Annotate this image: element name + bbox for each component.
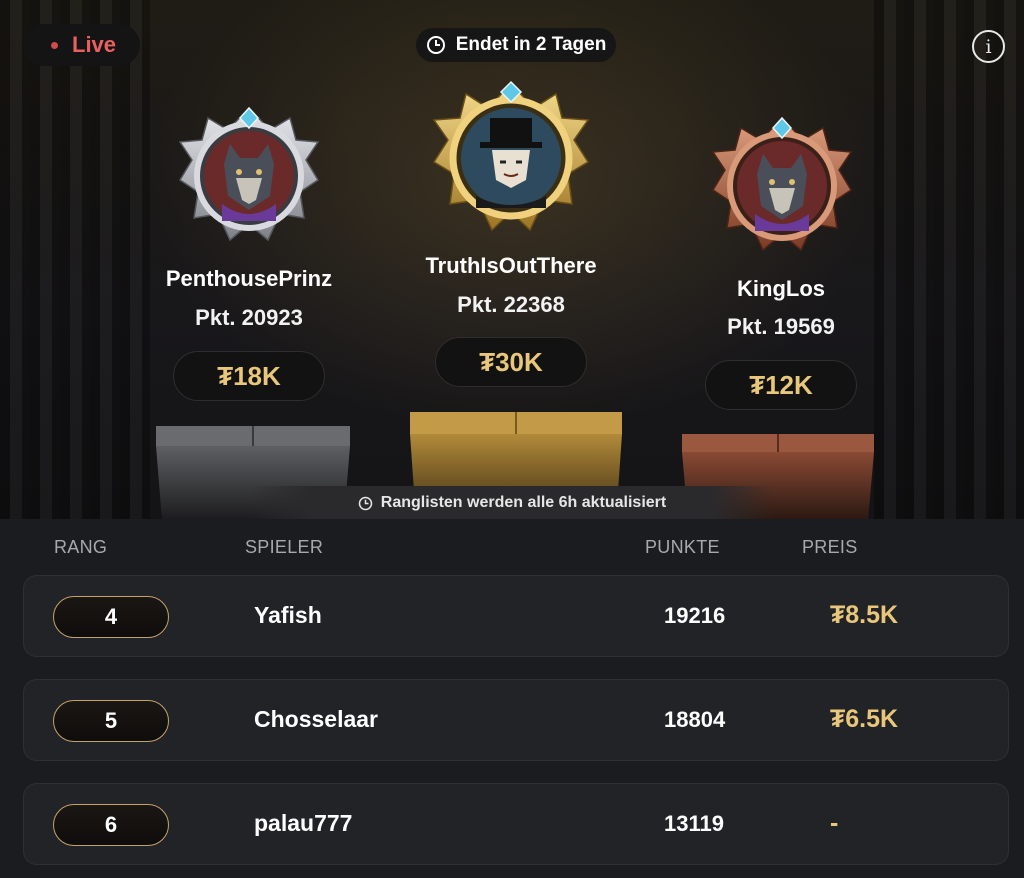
podium-3-points: Pkt. 19569 [727, 314, 835, 339]
player-name: Chosselaar [254, 706, 379, 732]
player-name: palau777 [254, 810, 353, 836]
curtain-left [0, 0, 150, 520]
player-name: Yafish [254, 602, 322, 628]
ends-countdown: Endet in 2 Tagen [416, 28, 616, 62]
column-header-player: SPIELER [245, 537, 324, 557]
player-points: 18804 [664, 707, 726, 732]
podium-1-prize: ₮30K [435, 337, 587, 387]
podium-1-points: Pkt. 22368 [457, 292, 565, 317]
table-row[interactable]: 4 Yafish 19216 ₮8.5K [23, 575, 1009, 657]
live-label: Live [72, 32, 117, 57]
table-row[interactable]: 6 palau777 13119 - [23, 783, 1009, 865]
rank-badge: 5 [53, 700, 169, 742]
medal-bronze [705, 110, 859, 262]
clock-icon [358, 496, 373, 510]
medal-silver [172, 100, 326, 252]
podium-2-points: Pkt. 20923 [195, 305, 303, 330]
table-row[interactable]: 5 Chosselaar 18804 ₮6.5K [23, 679, 1009, 761]
live-dot-icon [51, 41, 58, 49]
column-header-points: PUNKTE [645, 537, 720, 557]
clock-icon [426, 36, 445, 54]
player-prize: ₮8.5K [830, 601, 899, 629]
ends-label: Endet in 2 Tagen [455, 34, 607, 55]
player-prize: - [830, 809, 839, 837]
rank-badge: 6 [53, 804, 169, 846]
player-points: 13119 [664, 811, 724, 836]
live-badge: Live [23, 24, 140, 66]
podium-3-prize: ₮12K [705, 360, 857, 410]
info-icon[interactable]: i [972, 30, 1005, 63]
rank-badge: 4 [53, 596, 169, 638]
podium-3-name: KingLos [737, 276, 825, 301]
podium-1-name: TruthIsOutThere [425, 253, 597, 278]
column-header-rank: RANG [54, 537, 108, 557]
update-notice-text: Ranglisten werden alle 6h aktualisiert [380, 494, 667, 511]
podium-2-prize: ₮18K [173, 351, 325, 401]
player-prize: ₮6.5K [830, 705, 899, 733]
medal-gold [426, 74, 596, 244]
update-notice: Ranglisten werden alle 6h aktualisiert [250, 486, 774, 520]
podium-2-name: PenthousePrinz [165, 266, 333, 291]
column-header-prize: PREIS [802, 537, 858, 557]
curtain-right [874, 0, 1024, 520]
player-points: 19216 [664, 603, 726, 628]
